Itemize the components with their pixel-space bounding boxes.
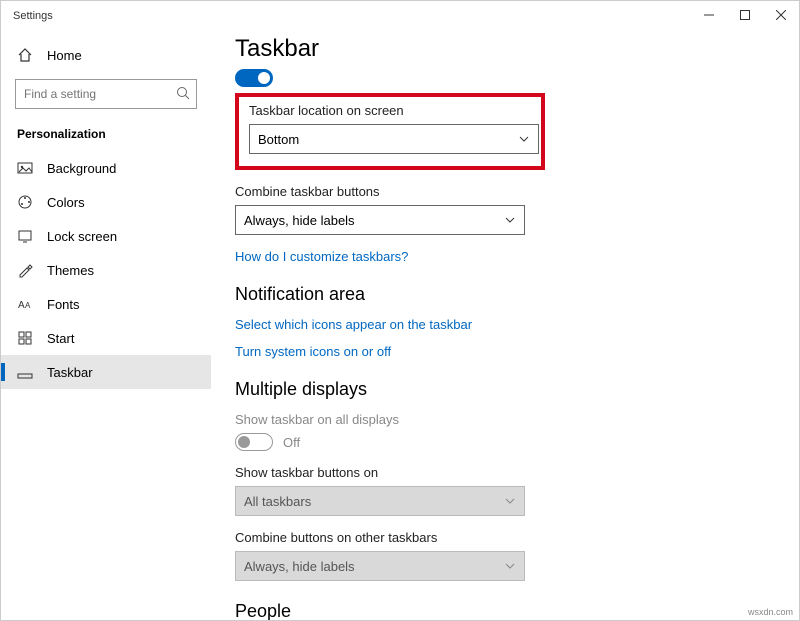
- buttons-on-value: All taskbars: [244, 494, 311, 509]
- sidebar-item-start[interactable]: Start: [1, 321, 211, 355]
- chevron-down-icon: [504, 214, 516, 226]
- lockscreen-icon: [17, 228, 33, 244]
- sidebar-item-lockscreen[interactable]: Lock screen: [1, 219, 211, 253]
- sidebar-item-label: Themes: [47, 263, 94, 278]
- taskbar-icon: [17, 364, 33, 380]
- combine-other-label: Combine buttons on other taskbars: [235, 530, 775, 545]
- combine-label: Combine taskbar buttons: [235, 184, 775, 199]
- close-icon: [776, 10, 786, 20]
- titlebar: Settings: [1, 1, 799, 31]
- sidebar-item-label: Lock screen: [47, 229, 117, 244]
- notification-heading: Notification area: [235, 284, 775, 305]
- combine-other-select: Always, hide labels: [235, 551, 525, 581]
- home-link[interactable]: Home: [1, 39, 211, 71]
- watermark: wsxdn.com: [748, 607, 793, 617]
- sidebar-item-taskbar[interactable]: Taskbar: [1, 355, 211, 389]
- home-icon: [17, 47, 33, 63]
- svg-text:A: A: [18, 300, 25, 311]
- window-title: Settings: [13, 10, 53, 22]
- themes-icon: [17, 262, 33, 278]
- home-label: Home: [47, 48, 82, 63]
- sidebar-item-colors[interactable]: Colors: [1, 185, 211, 219]
- multiple-heading: Multiple displays: [235, 379, 775, 400]
- combine-select[interactable]: Always, hide labels: [235, 205, 525, 235]
- combine-value: Always, hide labels: [244, 213, 355, 228]
- sidebar-item-fonts[interactable]: AA Fonts: [1, 287, 211, 321]
- section-header: Personalization: [1, 123, 211, 151]
- minimize-button[interactable]: [691, 1, 727, 29]
- background-icon: [17, 160, 33, 176]
- show-all-state: Off: [283, 435, 300, 450]
- sidebar-item-themes[interactable]: Themes: [1, 253, 211, 287]
- search-input[interactable]: [15, 79, 197, 109]
- sidebar: Home Personalization Background Colors L…: [1, 31, 211, 620]
- svg-text:A: A: [25, 301, 31, 310]
- system-icons-link[interactable]: Turn system icons on or off: [235, 344, 775, 359]
- select-icons-link[interactable]: Select which icons appear on the taskbar: [235, 317, 775, 332]
- show-all-toggle: [235, 433, 273, 451]
- sidebar-item-background[interactable]: Background: [1, 151, 211, 185]
- maximize-button[interactable]: [727, 1, 763, 29]
- close-button[interactable]: [763, 1, 799, 29]
- sidebar-item-label: Colors: [47, 195, 85, 210]
- buttons-on-label: Show taskbar buttons on: [235, 465, 775, 480]
- minimize-icon: [704, 10, 714, 20]
- combine-other-value: Always, hide labels: [244, 559, 355, 574]
- maximize-icon: [740, 10, 750, 20]
- sidebar-item-label: Taskbar: [47, 365, 93, 380]
- top-toggle[interactable]: [235, 69, 273, 87]
- page-title: Taskbar: [235, 35, 775, 63]
- sidebar-item-label: Background: [47, 161, 116, 176]
- chevron-down-icon: [504, 495, 516, 507]
- chevron-down-icon: [504, 560, 516, 572]
- taskbar-location-highlight: Taskbar location on screen Bottom: [235, 93, 545, 170]
- search-icon: [175, 85, 191, 101]
- window-controls: [691, 1, 799, 29]
- colors-icon: [17, 194, 33, 210]
- sidebar-item-label: Fonts: [47, 297, 80, 312]
- sidebar-item-label: Start: [47, 331, 74, 346]
- start-icon: [17, 330, 33, 346]
- location-value: Bottom: [258, 132, 299, 147]
- people-heading: People: [235, 601, 775, 620]
- buttons-on-select: All taskbars: [235, 486, 525, 516]
- fonts-icon: AA: [17, 296, 33, 312]
- customize-link[interactable]: How do I customize taskbars?: [235, 249, 775, 264]
- location-select[interactable]: Bottom: [249, 124, 539, 154]
- chevron-down-icon: [518, 133, 530, 145]
- main-content: Taskbar Off Taskbar location on screen B…: [211, 31, 799, 620]
- show-all-label: Show taskbar on all displays: [235, 412, 775, 427]
- location-label: Taskbar location on screen: [249, 103, 531, 118]
